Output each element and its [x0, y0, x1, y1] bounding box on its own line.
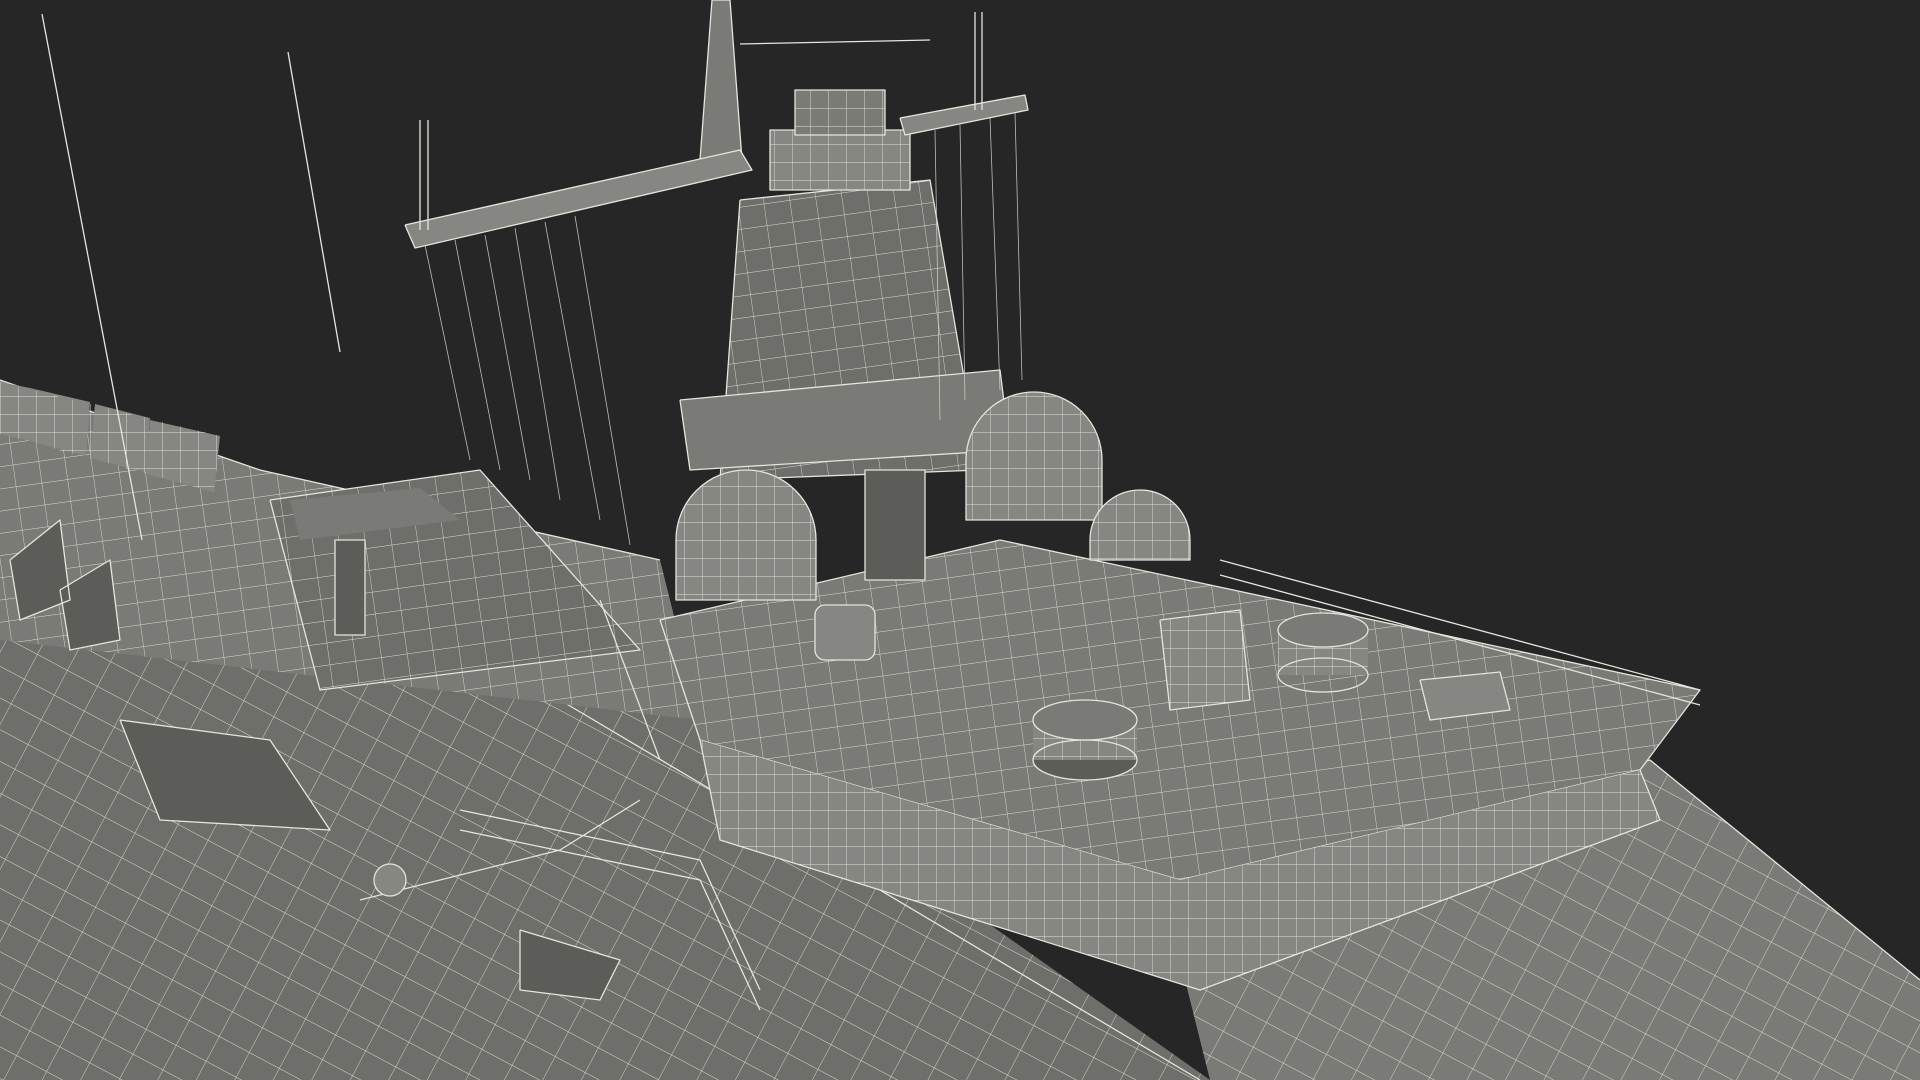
- render-viewport: [0, 0, 1920, 1080]
- radome-left: [675, 469, 817, 601]
- radome-right: [965, 391, 1103, 521]
- wireframe-render: [0, 0, 1920, 1080]
- round-hatch-left: [1032, 699, 1138, 781]
- searchlight: [814, 604, 876, 661]
- radome-small: [1089, 489, 1191, 561]
- deck-box: [1159, 609, 1251, 711]
